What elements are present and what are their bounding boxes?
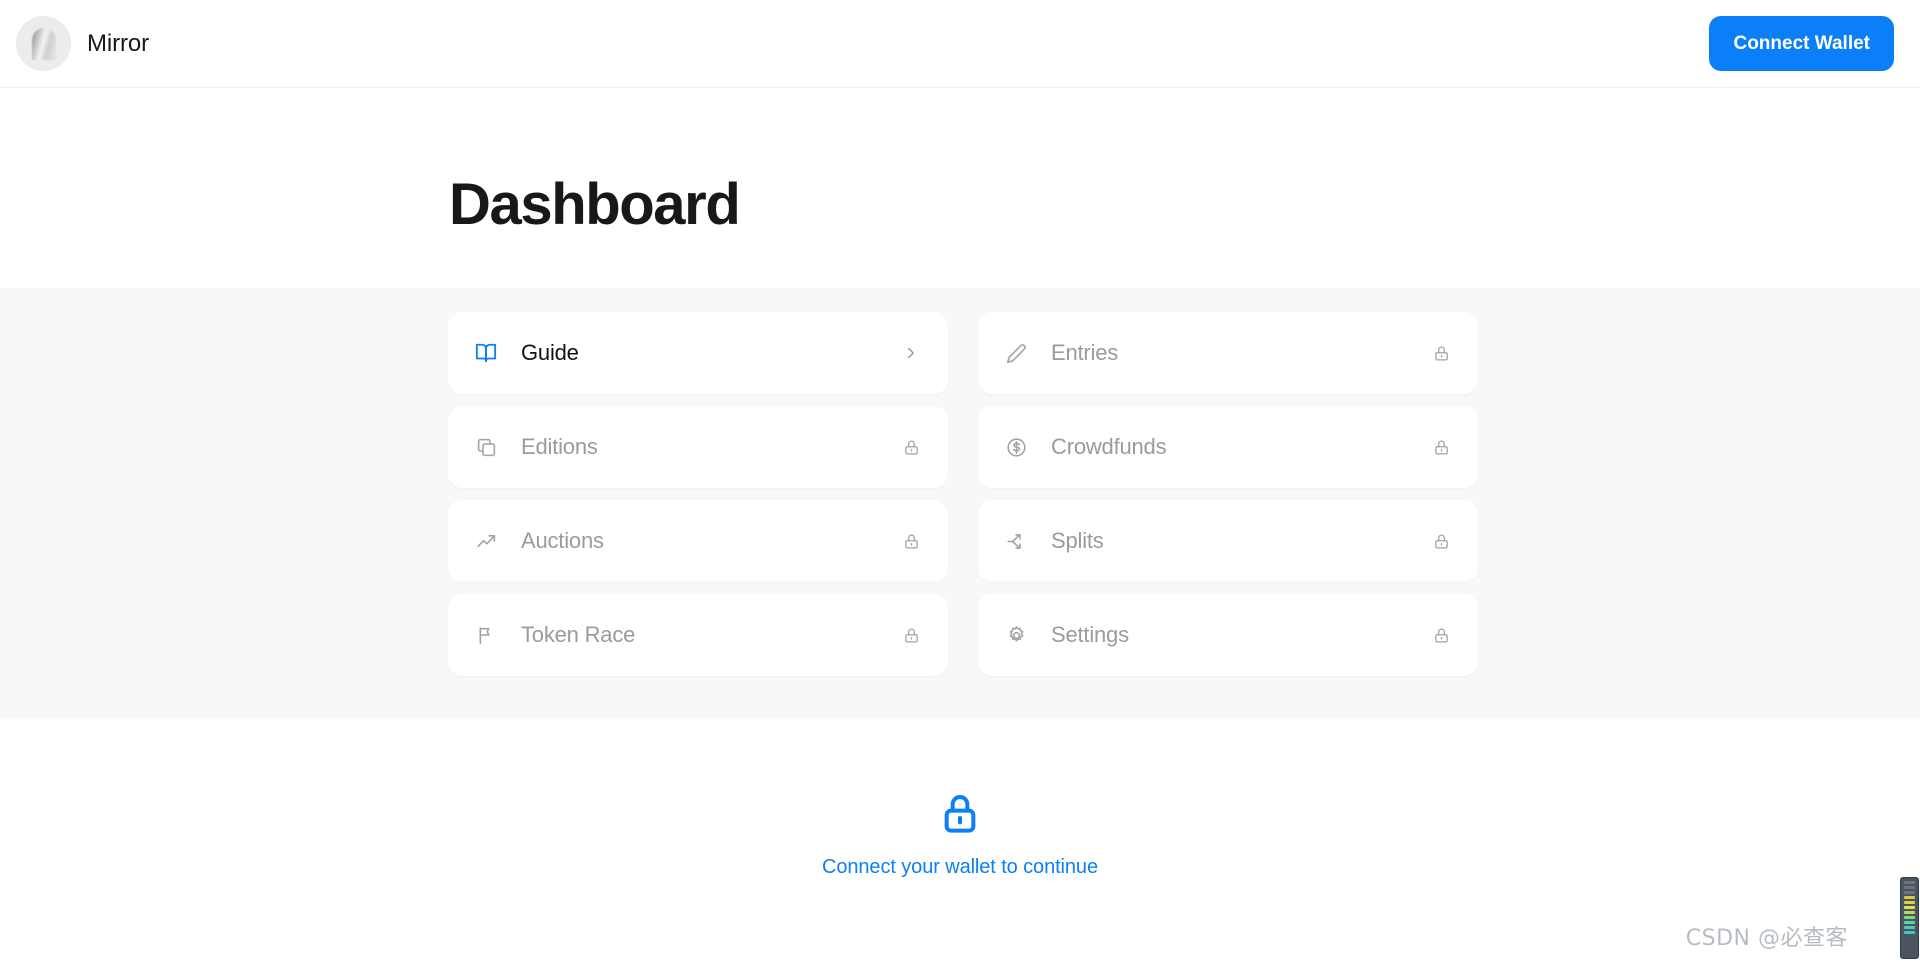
flag-icon bbox=[475, 624, 497, 646]
edge-segment bbox=[1904, 931, 1915, 934]
watermark: CSDN @必查客 bbox=[1685, 926, 1848, 951]
edge-segment bbox=[1904, 906, 1915, 909]
mirror-logo-avatar bbox=[16, 16, 71, 71]
gear-icon bbox=[1005, 624, 1027, 646]
lock-icon bbox=[1430, 624, 1452, 646]
book-open-icon bbox=[475, 342, 497, 364]
card-splits[interactable]: Splits bbox=[978, 500, 1478, 582]
wallet-gate-section: Connect your wallet to continue bbox=[0, 718, 1920, 969]
card-editions[interactable]: Editions bbox=[448, 406, 948, 488]
brand[interactable]: Mirror bbox=[16, 16, 149, 71]
card-label: Entries bbox=[1051, 340, 1119, 365]
dollar-circle-icon bbox=[1005, 436, 1027, 458]
card-label: Auctions bbox=[521, 528, 604, 553]
card-label: Editions bbox=[521, 434, 598, 459]
connect-wallet-prompt[interactable]: Connect your wallet to continue bbox=[822, 856, 1098, 879]
brand-name: Mirror bbox=[87, 29, 150, 57]
lock-icon bbox=[1430, 530, 1452, 552]
card-label: Settings bbox=[1051, 622, 1129, 647]
card-label: Token Race bbox=[521, 622, 636, 647]
copy-layers-icon bbox=[475, 436, 497, 458]
lock-icon bbox=[1430, 342, 1452, 364]
card-token-race[interactable]: Token Race bbox=[448, 594, 948, 676]
lock-icon bbox=[900, 530, 922, 552]
edge-segment bbox=[1904, 901, 1915, 904]
trending-up-icon bbox=[475, 530, 497, 552]
card-label: Splits bbox=[1051, 528, 1104, 553]
connect-wallet-button[interactable]: Connect Wallet bbox=[1709, 16, 1894, 71]
card-settings[interactable]: Settings bbox=[978, 594, 1478, 676]
pencil-icon bbox=[1005, 342, 1027, 364]
app-header: Mirror Connect Wallet bbox=[0, 0, 1920, 88]
card-label: Crowdfunds bbox=[1051, 434, 1167, 459]
edge-segment bbox=[1904, 911, 1915, 914]
lock-icon bbox=[1430, 436, 1452, 458]
edge-segment bbox=[1904, 881, 1915, 884]
dashboard-cards-grid: Guide Entries Editions Crowdfunds Auctio… bbox=[448, 312, 1478, 676]
lock-icon bbox=[900, 624, 922, 646]
dashboard-cards-section: Guide Entries Editions Crowdfunds Auctio… bbox=[0, 288, 1920, 718]
dashboard-page: Mirror Connect Wallet Dashboard Guide En… bbox=[0, 0, 1920, 969]
edge-segment bbox=[1904, 896, 1915, 899]
edge-segment bbox=[1904, 886, 1915, 889]
card-crowdfunds[interactable]: Crowdfunds bbox=[978, 406, 1478, 488]
title-section: Dashboard bbox=[0, 88, 1920, 288]
edge-segment bbox=[1904, 916, 1915, 919]
chevron-right-icon[interactable] bbox=[900, 342, 922, 364]
lock-icon bbox=[940, 792, 980, 836]
edge-scroll-widget[interactable] bbox=[1900, 877, 1919, 959]
split-arrows-icon bbox=[1005, 530, 1027, 552]
card-label: Guide bbox=[521, 340, 579, 365]
edge-segment bbox=[1904, 926, 1915, 929]
edge-segment bbox=[1904, 891, 1915, 894]
lock-icon bbox=[900, 436, 922, 458]
page-title: Dashboard bbox=[449, 172, 741, 237]
avatar-arch-shape bbox=[32, 28, 56, 60]
edge-segment bbox=[1904, 921, 1915, 924]
card-guide[interactable]: Guide bbox=[448, 312, 948, 394]
card-auctions[interactable]: Auctions bbox=[448, 500, 948, 582]
card-entries[interactable]: Entries bbox=[978, 312, 1478, 394]
